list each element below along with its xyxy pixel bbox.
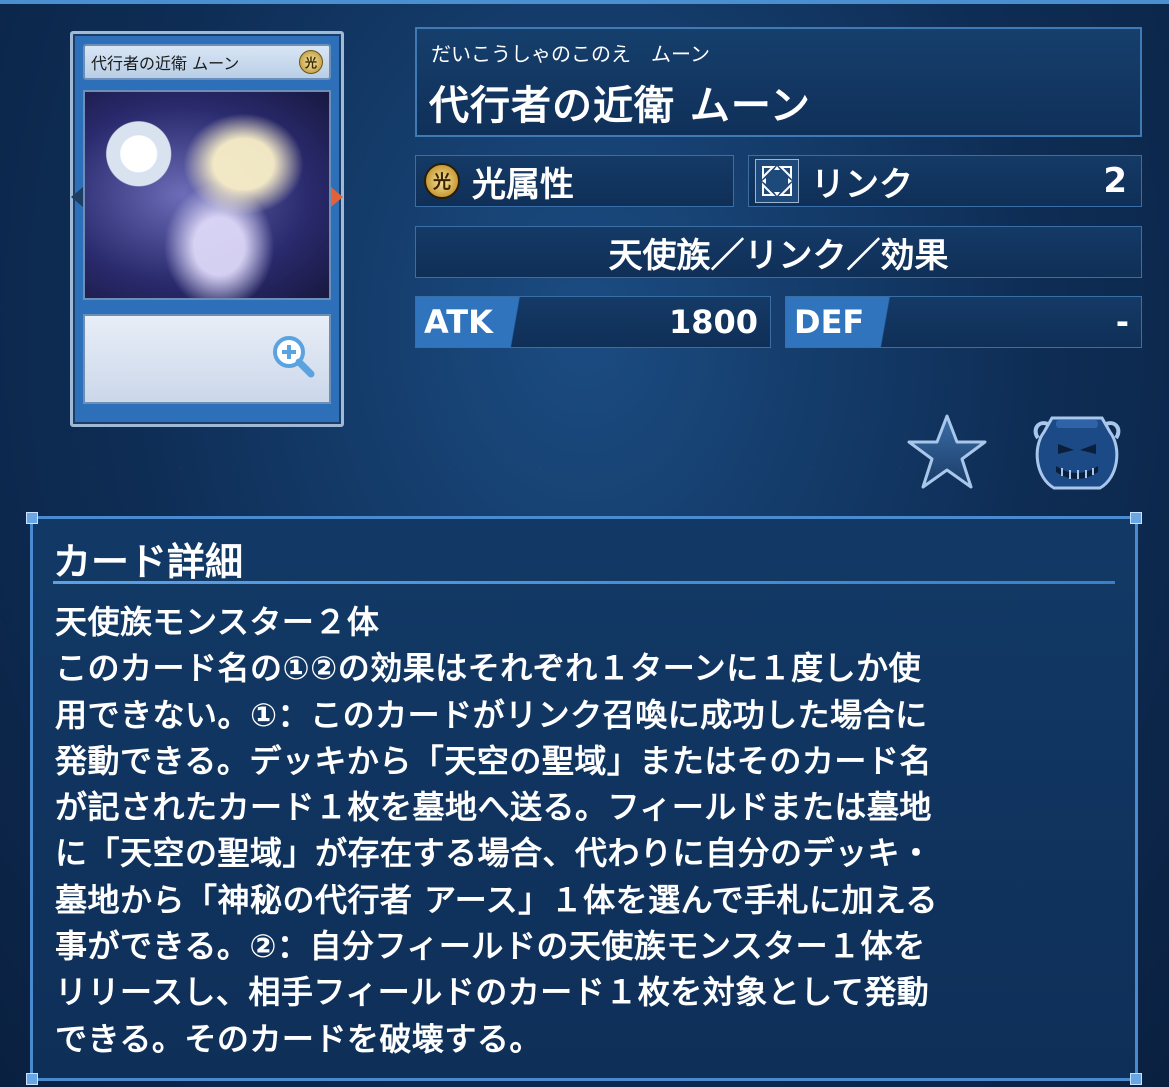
link-label: リンク (811, 164, 913, 205)
card-name-ruby: だいこうしゃのこのえ ムーン (431, 42, 710, 66)
card-artwork (71, 90, 343, 300)
attribute-label: 光属性 (472, 164, 574, 205)
card-name-panel: だいこうしゃのこのえ ムーン 代行者の近衛 ムーン (415, 27, 1142, 137)
card-detail-panel: カード詳細 天使族モンスター２体 このカード名の①②の効果はそれぞれ１ターンに１… (26, 512, 1142, 1085)
attribute-box: 光 光属性 (415, 155, 734, 207)
card-image[interactable]: 代行者の近衛 ムーン 光 (70, 31, 344, 427)
link-arrow-left (71, 187, 83, 207)
corner-ornament (26, 512, 38, 524)
card-image-attribute-icon: 光 (299, 50, 323, 74)
def-box: DEF - (785, 296, 1142, 348)
link-rating: 2 (1103, 161, 1127, 201)
corner-ornament (1130, 1073, 1142, 1085)
card-image-name-bar: 代行者の近衛 ムーン 光 (83, 44, 331, 80)
corner-ornament (1130, 512, 1142, 524)
atk-label: ATK (416, 297, 536, 347)
card-effect-text: 天使族モンスター２体 このカード名の①②の効果はそれぞれ１ターンに１度しか使 用… (55, 603, 939, 1058)
card-detail-divider (53, 581, 1115, 584)
corner-ornament (26, 1073, 38, 1085)
def-label: DEF (786, 297, 906, 347)
atk-box: ATK 1800 (415, 296, 771, 348)
light-attribute-icon: 光 (424, 163, 460, 199)
atk-value: 1800 (668, 303, 758, 341)
pot-of-greed-icon[interactable] (1030, 408, 1124, 494)
def-value: - (1115, 303, 1129, 341)
card-image-text-box (83, 314, 331, 404)
link-box: リンク 2 (748, 155, 1142, 207)
card-image-name: 代行者の近衛 ムーン (91, 54, 240, 73)
star-icon[interactable] (906, 412, 988, 492)
card-detail-title: カード詳細 (53, 540, 244, 584)
top-border (0, 0, 1169, 4)
link-arrows-icon (755, 159, 799, 203)
card-name: 代行者の近衛 ムーン (429, 83, 811, 129)
link-arrow-right (331, 187, 343, 207)
zoom-in-icon[interactable] (271, 334, 315, 378)
monster-type-line: 天使族／リンク／効果 (415, 226, 1142, 278)
